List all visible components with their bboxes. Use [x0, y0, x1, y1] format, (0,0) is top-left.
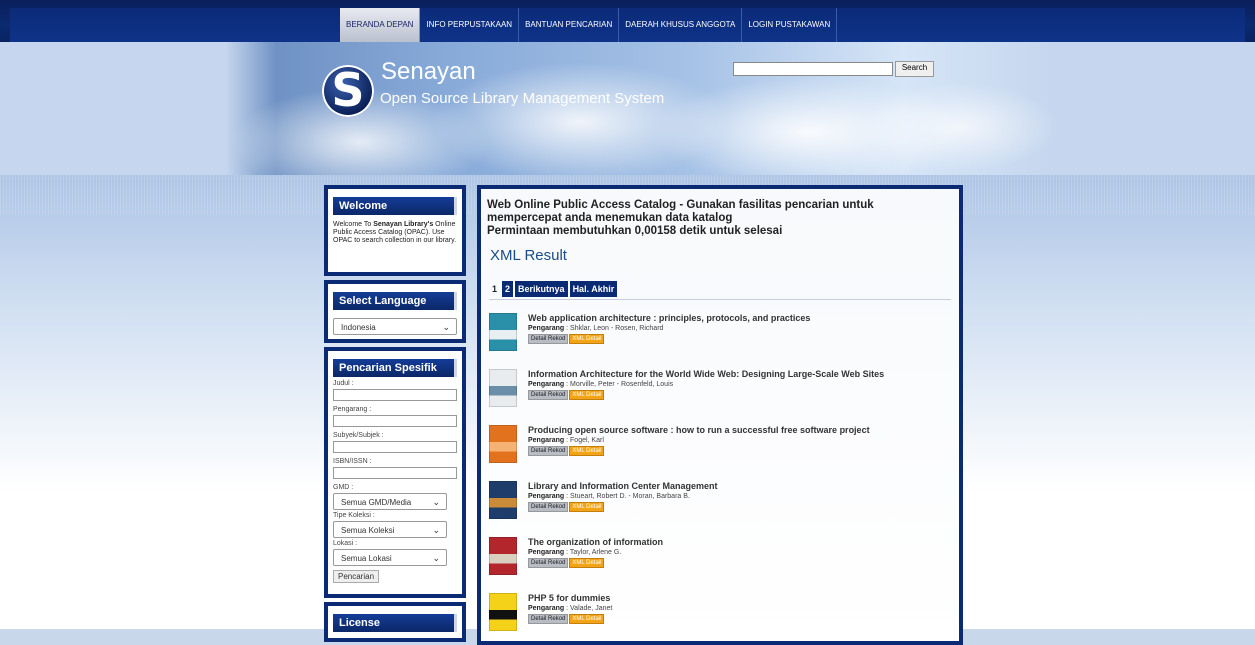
list-item: Information Architecture for the World W…: [489, 369, 949, 413]
welcome-box: Welcome Welcome To Senayan Library's Onl…: [324, 185, 466, 276]
search-button[interactable]: Search: [895, 61, 934, 77]
list-item: PHP 5 for dummies Pengarang : Valade, Ja…: [489, 593, 949, 637]
xml-detail-button[interactable]: XML Detail: [569, 334, 605, 344]
lokasi-select-value: Semua Lokasi: [341, 554, 392, 563]
detail-rekod-button[interactable]: Detail Rekod: [528, 390, 569, 400]
book-title-link[interactable]: The organization of information: [528, 537, 663, 547]
book-authors: Pengarang : Valade, Janet: [528, 605, 613, 612]
detail-rekod-button[interactable]: Detail Rekod: [528, 502, 569, 512]
license-box: License: [324, 602, 466, 642]
main-content-panel: Web Online Public Access Catalog - Gunak…: [477, 185, 963, 645]
xml-detail-button[interactable]: XML Detail: [569, 446, 605, 456]
query-timing: Permintaan membutuhkan 0,00158 detik unt…: [487, 225, 783, 237]
catalog-title: Web Online Public Access Catalog - Gunak…: [487, 199, 874, 224]
judul-label: Judul :: [333, 380, 354, 387]
site-tagline: Open Source Library Management System: [380, 90, 665, 107]
gmd-label: GMD :: [333, 484, 354, 491]
tipe-koleksi-select-value: Semua Koleksi: [341, 526, 395, 535]
detail-rekod-button[interactable]: Detail Rekod: [528, 446, 569, 456]
last-page-link[interactable]: Hal. Akhir: [569, 281, 618, 297]
book-cover[interactable]: [489, 481, 517, 519]
subyek-input[interactable]: [333, 441, 457, 453]
book-authors: Pengarang : Morville, Peter - Rosenfeld,…: [528, 381, 674, 388]
nav-item-daerah-anggota[interactable]: DAERAH KHUSUS ANGGOTA: [619, 8, 743, 42]
book-title-link[interactable]: Web application architecture : principle…: [528, 313, 810, 323]
pengarang-input[interactable]: [333, 415, 457, 427]
list-item: Library and Information Center Managemen…: [489, 481, 949, 525]
tipe-koleksi-select[interactable]: Semua Koleksi ⌄: [333, 521, 447, 538]
book-cover[interactable]: [489, 369, 517, 407]
list-item: The organization of information Pengaran…: [489, 537, 949, 581]
book-authors: Pengarang : Fogel, Karl: [528, 437, 604, 444]
page-title: Web Online Public Access Catalog - Gunak…: [487, 199, 927, 238]
divider: [489, 299, 951, 300]
specific-search-title: Pencarian Spesifik: [333, 359, 457, 377]
detail-rekod-button[interactable]: Detail Rekod: [528, 334, 569, 344]
lokasi-label: Lokasi :: [333, 540, 358, 547]
tipe-koleksi-label: Tipe Koleksi :: [333, 512, 375, 519]
detail-rekod-button[interactable]: Detail Rekod: [528, 558, 569, 568]
nav-item-beranda[interactable]: BERANDA DEPAN: [340, 8, 421, 42]
nav-item-info-perpustakaan[interactable]: INFO PERPUSTAKAAN: [420, 8, 520, 42]
welcome-text: Welcome To Senayan Library's Online Publ…: [333, 221, 457, 244]
chevron-down-icon: ⌄: [442, 322, 450, 332]
site-header: [0, 42, 1255, 175]
gmd-select-value: Semua GMD/Media: [341, 498, 412, 507]
book-authors: Pengarang : Shklar, Leon - Rosen, Richar…: [528, 325, 664, 332]
chevron-down-icon: ⌄: [432, 525, 440, 535]
lokasi-select[interactable]: Semua Lokasi ⌄: [333, 549, 447, 566]
chevron-down-icon: ⌄: [432, 497, 440, 507]
isbn-label: ISBN/ISSN :: [333, 458, 372, 465]
book-title-link[interactable]: Library and Information Center Managemen…: [528, 481, 718, 491]
book-cover[interactable]: [489, 593, 517, 631]
book-cover[interactable]: [489, 313, 517, 351]
gmd-select[interactable]: Semua GMD/Media ⌄: [333, 493, 447, 510]
isbn-input[interactable]: [333, 467, 457, 479]
chevron-down-icon: ⌄: [432, 553, 440, 563]
cloud-decoration: [860, 82, 1060, 172]
book-title-link[interactable]: Information Architecture for the World W…: [528, 369, 884, 379]
list-item: Producing open source software : how to …: [489, 425, 949, 469]
license-title: License: [333, 614, 457, 632]
language-select-value: Indonesia: [341, 323, 376, 332]
language-title: Select Language: [333, 292, 457, 310]
detail-rekod-button[interactable]: Detail Rekod: [528, 614, 569, 624]
book-cover[interactable]: [489, 425, 517, 463]
list-item: Web application architecture : principle…: [489, 313, 949, 357]
nav-item-bantuan-pencarian[interactable]: BANTUAN PENCARIAN: [519, 8, 620, 42]
book-authors: Pengarang : Taylor, Arlene G.: [528, 549, 622, 556]
page-current: 1: [492, 284, 498, 294]
site-name: Senayan: [381, 58, 476, 85]
language-box: Select Language Indonesia ⌄: [324, 280, 466, 343]
next-page-link[interactable]: Berikutnya: [515, 281, 568, 297]
subyek-label: Subyek/Subjek :: [333, 432, 384, 439]
book-cover[interactable]: [489, 537, 517, 575]
xml-result-link[interactable]: XML Result: [490, 247, 567, 264]
search-input[interactable]: [733, 62, 893, 76]
book-title-link[interactable]: Producing open source software : how to …: [528, 425, 870, 435]
pengarang-label: Pengarang :: [333, 406, 372, 413]
specific-search-box: Pencarian Spesifik Judul : Pengarang : S…: [324, 347, 466, 598]
xml-detail-button[interactable]: XML Detail: [569, 558, 605, 568]
pencarian-button[interactable]: Pencarian: [333, 570, 380, 583]
xml-detail-button[interactable]: XML Detail: [569, 614, 605, 624]
main-nav: BERANDA DEPAN INFO PERPUSTAKAAN BANTUAN …: [340, 8, 838, 42]
page-2-link[interactable]: 2: [502, 281, 514, 297]
book-title-link[interactable]: PHP 5 for dummies: [528, 593, 610, 603]
language-select[interactable]: Indonesia ⌄: [333, 318, 457, 335]
xml-detail-button[interactable]: XML Detail: [569, 502, 605, 512]
top-navigation-bar: BERANDA DEPAN INFO PERPUSTAKAAN BANTUAN …: [0, 0, 1255, 42]
senayan-logo-icon: S: [322, 63, 374, 117]
pagination: 1 2 Berikutnya Hal. Akhir: [489, 281, 619, 297]
welcome-title: Welcome: [333, 197, 457, 215]
judul-input[interactable]: [333, 389, 457, 401]
nav-item-login-pustakawan[interactable]: LOGIN PUSTAKAWAN: [742, 8, 838, 42]
xml-detail-button[interactable]: XML Detail: [569, 390, 605, 400]
book-authors: Pengarang : Stueart, Robert D. - Moran, …: [528, 493, 690, 500]
